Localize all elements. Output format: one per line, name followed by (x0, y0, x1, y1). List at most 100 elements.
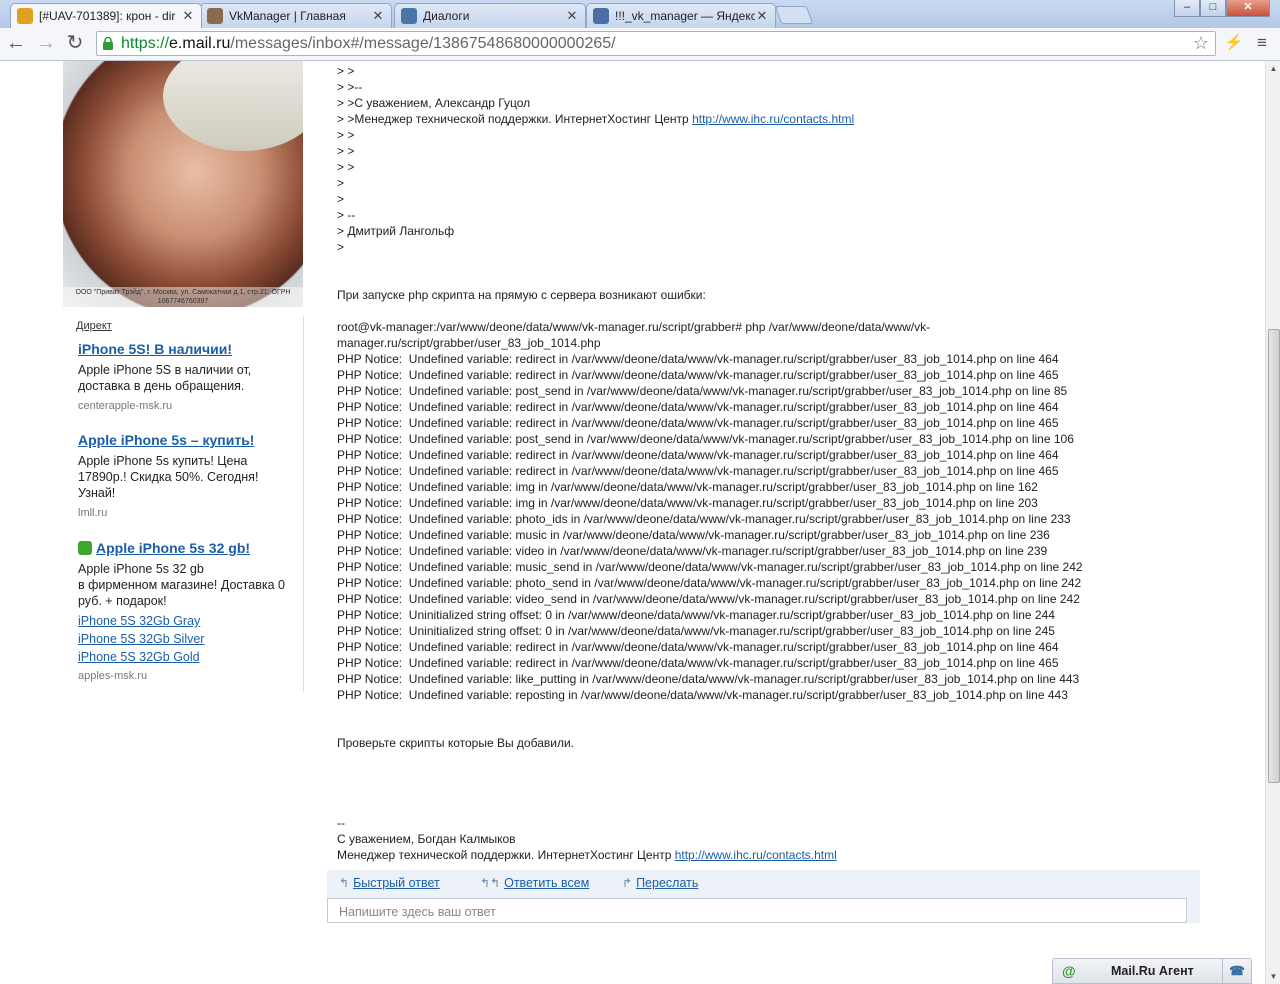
message-line-text: PHP Notice: Undefined variable: post_sen… (337, 384, 1068, 398)
browser-tab[interactable]: [#UAV-701389]: крон - dir ✕ (10, 3, 202, 28)
message-line: PHP Notice: Undefined variable: redirect… (337, 415, 1237, 431)
tab-title: !!!_vk_manager — Яндекс (615, 9, 755, 23)
scrollbar-thumb[interactable] (1268, 329, 1280, 783)
reload-icon[interactable]: ↻ (63, 32, 87, 56)
browser-tab[interactable]: !!!_vk_manager — Яндекс ✕ (586, 3, 776, 28)
reply-input[interactable]: Напишите здесь ваш ответ (327, 898, 1187, 923)
tab-favicon-icon (593, 8, 609, 24)
new-tab-button[interactable] (774, 6, 814, 24)
message-line-text: PHP Notice: Undefined variable: redirect… (337, 448, 1059, 462)
message-line: > >Менеджер технической поддержки. Интер… (337, 111, 1237, 127)
vertical-scrollbar[interactable]: ▲ ▼ (1265, 61, 1280, 984)
maximize-button[interactable]: □ (1200, 0, 1226, 17)
ad-text: Apple iPhone 5s 32 gb в фирменном магази… (78, 562, 285, 608)
message-line-text: PHP Notice: Undefined variable: redirect… (337, 464, 1059, 478)
ad-sitelink-silver[interactable]: iPhone 5S 32Gb Silver (78, 630, 288, 648)
ad-headline[interactable]: iPhone 5S! В наличии! (78, 341, 288, 357)
phone-icon[interactable]: ☎ (1222, 959, 1251, 984)
ad-text: Apple iPhone 5s купить! Цена 17890р.! Ск… (78, 454, 259, 500)
minimize-button[interactable]: – (1174, 0, 1200, 17)
message-line (337, 799, 1237, 815)
tab-title: VkManager | Главная (229, 9, 346, 23)
message-line-text: > Дмитрий Лангольф (337, 224, 455, 238)
scroll-down-arrow-icon[interactable]: ▼ (1266, 969, 1280, 984)
direct-label[interactable]: Директ (76, 320, 112, 332)
ad-sitelink-gold[interactable]: iPhone 5S 32Gb Gold (78, 648, 288, 666)
message-line-text: PHP Notice: Undefined variable: redirect… (337, 352, 1059, 366)
message-line-text: PHP Notice: Undefined variable: redirect… (337, 656, 1059, 670)
message-line: -- (337, 815, 1237, 831)
bookmark-star-icon[interactable]: ☆ (1193, 32, 1209, 55)
message-line-text: > (337, 240, 345, 254)
ad-domain[interactable]: lmll.ru (78, 507, 288, 519)
ad-domain[interactable]: centerapple-msk.ru (78, 400, 288, 412)
message-line-text: manager.ru/script/grabber/user_83_job_10… (337, 336, 601, 350)
message-line: PHP Notice: Undefined variable: redirect… (337, 639, 1237, 655)
message-line-text: > > (337, 128, 355, 142)
message-line (337, 303, 1237, 319)
tab-close-icon[interactable]: ✕ (371, 8, 385, 24)
message-line-text: > > (337, 144, 355, 158)
forward-arrow-icon: ↱ (622, 876, 633, 890)
close-window-button[interactable]: ✕ (1226, 0, 1270, 17)
message-line-text: > (337, 192, 345, 206)
browser-tab[interactable]: Диалоги ✕ (394, 3, 586, 28)
message-line: PHP Notice: Undefined variable: music_se… (337, 559, 1237, 575)
browser-toolbar: ← → ↻ https://e.mail.ru/messages/inbox#/… (0, 28, 1280, 61)
message-line: PHP Notice: Undefined variable: like_put… (337, 671, 1237, 687)
message-line-text: Проверьте скрипты которые Вы добавили. (337, 736, 574, 750)
browser-tab[interactable]: VkManager | Главная ✕ (200, 3, 392, 28)
message-line-text: PHP Notice: Undefined variable: music_se… (337, 560, 1083, 574)
ad-banner-image[interactable]: ООО "Приват Трэйд", г. Москва, ул. Самок… (63, 61, 303, 307)
message-line-text: PHP Notice: Undefined variable: redirect… (337, 640, 1059, 654)
message-line-text: > -- (337, 208, 356, 222)
menu-icon[interactable]: ≡ (1250, 32, 1274, 56)
tab-close-icon[interactable]: ✕ (565, 8, 579, 24)
message-line-text: PHP Notice: Undefined variable: redirect… (337, 368, 1059, 382)
message-line: > > (337, 143, 1237, 159)
url-path: /messages/inbox#/message/138675486800000… (230, 35, 616, 52)
message-line: PHP Notice: Undefined variable: img in /… (337, 495, 1237, 511)
tab-strip: [#UAV-701389]: крон - dir ✕ VkManager | Гл… (0, 0, 1280, 28)
message-line: PHP Notice: Uninitialized string offset:… (337, 607, 1237, 623)
message-line-text: PHP Notice: Undefined variable: photo_se… (337, 576, 1082, 590)
ad-headline-row[interactable]: Apple iPhone 5s 32 gb! (78, 540, 288, 556)
quick-reply-button[interactable]: ↰ Быстрый ответ (339, 876, 440, 890)
ad-text: Apple iPhone 5S в наличии от, доставка в… (78, 363, 252, 393)
extension-icon[interactable]: ⚡ (1222, 32, 1246, 56)
ad-sitelink-gray[interactable]: iPhone 5S 32Gb Gray (78, 612, 288, 630)
ad-domain[interactable]: apples-msk.ru (78, 670, 288, 682)
forward-icon[interactable]: → (34, 32, 58, 56)
ad-headline[interactable]: Apple iPhone 5s 32 gb! (96, 540, 250, 556)
message-line: PHP Notice: Undefined variable: redirect… (337, 447, 1237, 463)
message-line-text: PHP Notice: Uninitialized string offset:… (337, 608, 1055, 622)
message-line (337, 271, 1237, 287)
message-line: > (337, 239, 1237, 255)
mailru-agent-bar[interactable]: @ Mail.Ru Агент ☎ (1052, 958, 1252, 984)
contacts-link[interactable]: http://www.ihc.ru/contacts.html (692, 112, 854, 126)
message-line: Проверьте скрипты которые Вы добавили. (337, 735, 1237, 751)
tab-close-icon[interactable]: ✕ (755, 8, 769, 24)
message-line: PHP Notice: Uninitialized string offset:… (337, 623, 1237, 639)
address-bar[interactable]: https://e.mail.ru/messages/inbox#/messag… (96, 31, 1216, 56)
message-line: PHP Notice: Undefined variable: post_sen… (337, 431, 1237, 447)
reply-all-button[interactable]: ↰↰ Ответить всем (480, 876, 589, 890)
message-line: С уважением, Богдан Калмыков (337, 831, 1237, 847)
message-line-text: > >С уважением, Александр Гуцол (337, 96, 531, 110)
ad-item: Apple iPhone 5s 32 gb! Apple iPhone 5s 3… (78, 540, 288, 682)
forward-button[interactable]: ↱ Переслать (622, 876, 698, 890)
direct-ads-block: Директ iPhone 5S! В наличии! Apple iPhon… (63, 316, 304, 692)
url-host: e.mail.ru (169, 35, 231, 52)
tab-close-icon[interactable]: ✕ (181, 8, 195, 24)
message-line (337, 767, 1237, 783)
message-line: > Дмитрий Лангольф (337, 223, 1237, 239)
message-line-text: PHP Notice: Undefined variable: redirect… (337, 416, 1059, 430)
contacts-link[interactable]: http://www.ihc.ru/contacts.html (675, 848, 837, 862)
back-icon[interactable]: ← (4, 32, 28, 56)
agent-at-icon: @ (1062, 963, 1076, 979)
message-line-text: root@vk-manager:/var/www/deone/data/www/… (337, 320, 931, 334)
message-line-text: PHP Notice: Undefined variable: redirect… (337, 400, 1059, 414)
scroll-up-arrow-icon[interactable]: ▲ (1266, 61, 1280, 76)
message-line-text: PHP Notice: Uninitialized string offset:… (337, 624, 1055, 638)
ad-headline[interactable]: Apple iPhone 5s – купить! (78, 432, 288, 448)
